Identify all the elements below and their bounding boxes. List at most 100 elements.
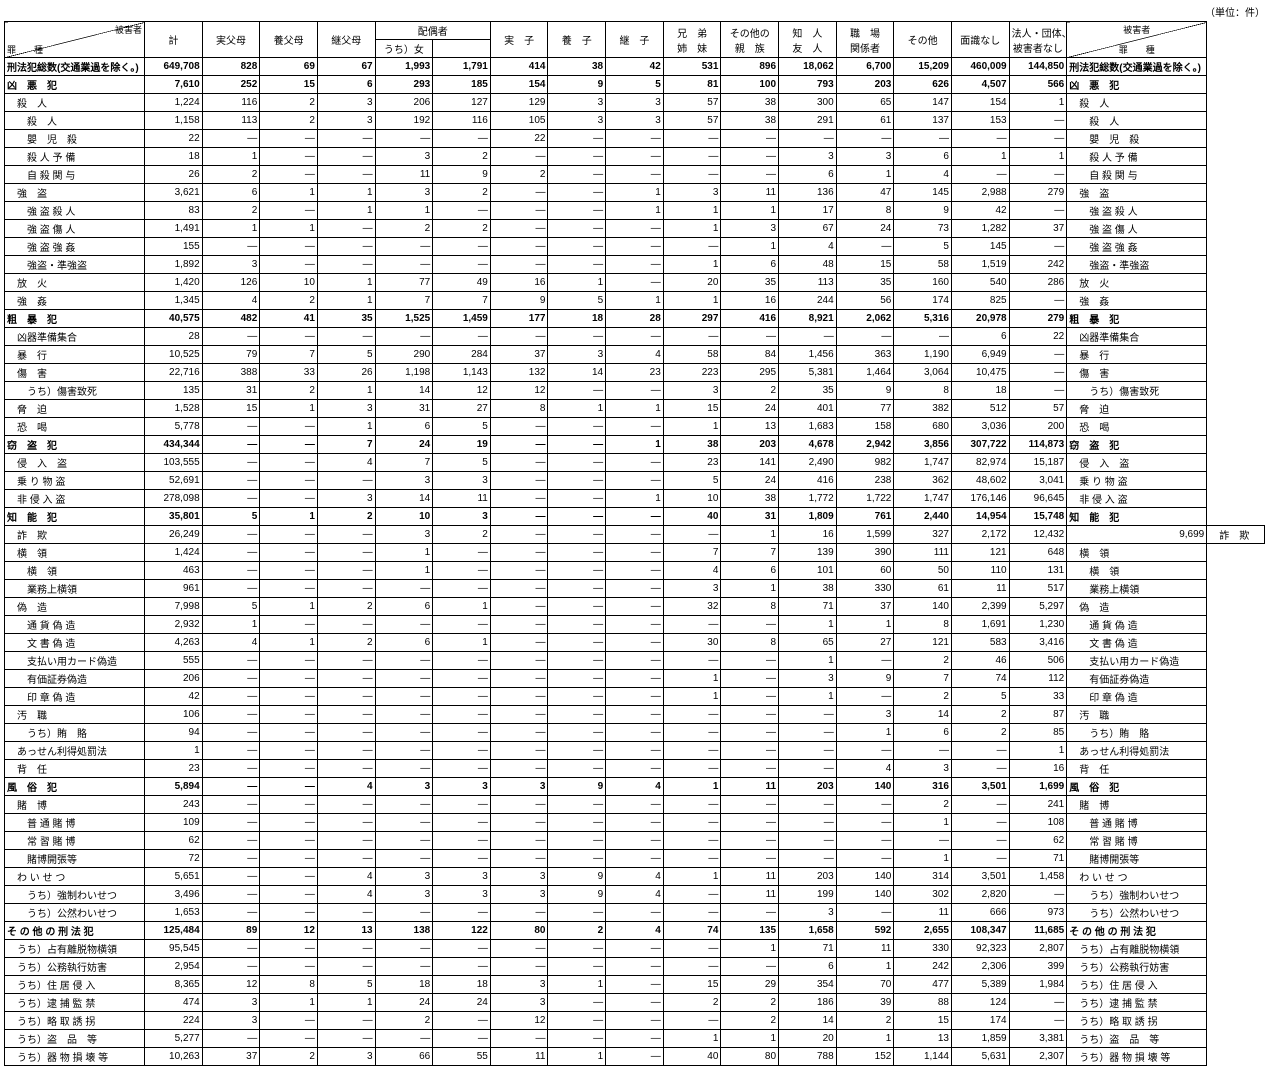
cell: 2 (202, 202, 260, 220)
cell: 566 (1009, 76, 1067, 94)
cell: — (260, 850, 318, 868)
cell: 3 (317, 94, 375, 112)
cell: 23 (145, 760, 203, 778)
cell: 1,345 (145, 292, 203, 310)
cell: — (606, 742, 664, 760)
cell: 1,699 (1009, 778, 1067, 796)
cell: — (606, 562, 664, 580)
table-row: うち）器 物 損 壊 等10,26337236655111—4080788152… (5, 1048, 1265, 1066)
table-row: うち）賄 賂94———————————16285 うち）賄 賂 (5, 724, 1265, 742)
cell: — (317, 688, 375, 706)
cell: 5 (317, 976, 375, 994)
cell: 1,158 (145, 112, 203, 130)
cell: 144,850 (1009, 58, 1067, 76)
cell: 10,525 (145, 346, 203, 364)
cell: — (317, 130, 375, 148)
cell: 3 (836, 148, 894, 166)
row-label-left: 偽 造 (5, 598, 145, 616)
cell: 1 (779, 652, 837, 670)
cell: — (317, 580, 375, 598)
cell: — (202, 796, 260, 814)
cell: 5,381 (779, 364, 837, 382)
cell: — (1009, 202, 1067, 220)
cell: 62 (1009, 832, 1067, 850)
row-label-right: 凶器準備集合 (1067, 328, 1207, 346)
cell: — (548, 202, 606, 220)
cell: 2,399 (951, 598, 1009, 616)
cell: 300 (779, 94, 837, 112)
cell: — (721, 652, 779, 670)
row-label-right: 横 領 (1067, 544, 1207, 562)
cell: — (721, 742, 779, 760)
row-label-right: 横 領 (1067, 562, 1207, 580)
cell: 126 (202, 274, 260, 292)
table-row: 偽 造7,99851261———32871371402,3995,297 偽 造 (5, 598, 1265, 616)
cell: — (490, 634, 548, 652)
cell: 3 (433, 886, 491, 904)
row-label-left: 文 書 偽 造 (5, 634, 145, 652)
cell: 2 (260, 1048, 318, 1066)
cell: — (548, 832, 606, 850)
cell: 680 (894, 418, 952, 436)
cell: — (433, 832, 491, 850)
cell: — (202, 742, 260, 760)
cell: — (375, 742, 433, 760)
cell: 11 (490, 1048, 548, 1066)
cell: 5 (433, 454, 491, 472)
cell: 3 (490, 778, 548, 796)
cell: — (375, 706, 433, 724)
cell: 4 (202, 634, 260, 652)
cell: 11 (721, 886, 779, 904)
cell: 7 (317, 436, 375, 454)
row-label-left: 強 盗 (5, 184, 145, 202)
col-header: 計 (145, 22, 203, 58)
cell: — (606, 1012, 664, 1030)
row-label-right: 強 盗 殺 人 (1067, 202, 1207, 220)
cell: — (375, 652, 433, 670)
cell: 555 (145, 652, 203, 670)
table-row: 通 貨 偽 造2,9321—————————1181,6911,230 通 貨 … (5, 616, 1265, 634)
cell: 6 (894, 148, 952, 166)
cell: — (202, 472, 260, 490)
cell: — (375, 814, 433, 832)
cell: 41 (260, 310, 318, 328)
cell: 74 (663, 922, 721, 940)
cell: 20,978 (951, 310, 1009, 328)
row-label-left: うち）占有離脱物横領 (5, 940, 145, 958)
cell: — (548, 148, 606, 166)
cell: 1,722 (836, 490, 894, 508)
row-label-right: 詐 欺 (1207, 526, 1265, 544)
cell: 1 (317, 382, 375, 400)
cell: 793 (779, 76, 837, 94)
cell: 38 (663, 436, 721, 454)
cell: — (490, 184, 548, 202)
unit-label: （単位：件） (4, 4, 1265, 19)
cell: 3 (433, 508, 491, 526)
cell: — (548, 706, 606, 724)
row-label-right: 通 貨 偽 造 (1067, 616, 1207, 634)
cell: — (606, 130, 664, 148)
cell: — (202, 580, 260, 598)
cell: 58 (894, 256, 952, 274)
row-label-right: 放 火 (1067, 274, 1207, 292)
cell: 460,009 (951, 58, 1009, 76)
table-row: 強 盗 傷 人1,49111—22———136724731,28237 強 盗 … (5, 220, 1265, 238)
cell: — (1009, 382, 1067, 400)
cell: — (202, 454, 260, 472)
cell: 1,525 (375, 310, 433, 328)
row-label-right: 暴 行 (1067, 346, 1207, 364)
cell: 362 (894, 472, 952, 490)
cell: 55 (433, 1048, 491, 1066)
row-label-right: うち）器 物 損 壊 等 (1067, 1048, 1207, 1066)
cell: — (1009, 364, 1067, 382)
row-label-right: 自 殺 関 与 (1067, 166, 1207, 184)
cell: — (433, 562, 491, 580)
row-label-right: 強 盗 強 姦 (1067, 238, 1207, 256)
cell: 8 (721, 634, 779, 652)
cell: — (260, 436, 318, 454)
cell: 1 (317, 202, 375, 220)
row-label-left: 自 殺 関 与 (5, 166, 145, 184)
cell: 11 (375, 166, 433, 184)
cell: 1,653 (145, 904, 203, 922)
cell: 1,791 (433, 58, 491, 76)
